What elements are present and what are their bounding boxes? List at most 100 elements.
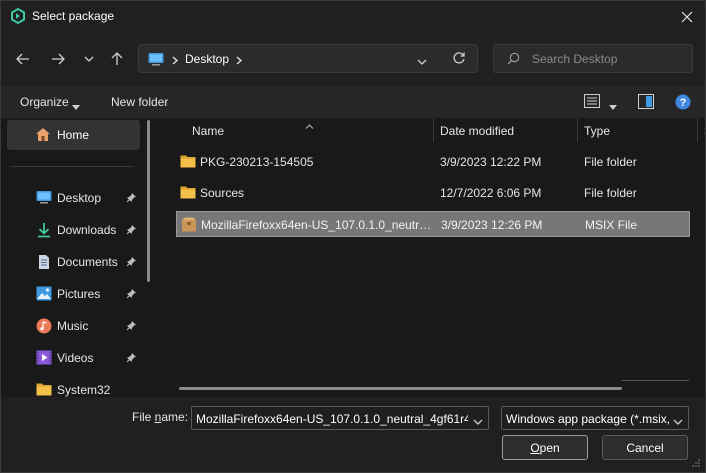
search-box[interactable] <box>493 44 693 73</box>
home-icon <box>35 127 51 145</box>
address-bar[interactable]: Desktop <box>138 44 478 73</box>
scroll-track <box>622 380 689 381</box>
up-arrow-icon <box>111 52 123 65</box>
back-button[interactable] <box>10 46 36 72</box>
breadcrumb-desktop[interactable]: Desktop <box>185 52 229 66</box>
up-button[interactable] <box>104 46 130 72</box>
breadcrumb-chevron-icon[interactable] <box>172 54 178 68</box>
sidebar-item-label: System32 <box>57 383 111 397</box>
new-folder-button[interactable]: New folder <box>111 95 168 109</box>
sidebar-scrollbar[interactable] <box>147 120 150 282</box>
file-name: Sources <box>200 186 245 200</box>
forward-arrow-icon <box>52 53 65 65</box>
file-name-value[interactable]: MozillaFirefoxx64en-US_107.0.1.0_neutral… <box>196 412 468 426</box>
file-type: File folder <box>584 155 637 169</box>
resize-grip-icon[interactable] <box>691 457 701 471</box>
pin-icon[interactable] <box>126 320 137 334</box>
command-bar: Organize New folder ? <box>1 86 705 118</box>
file-name-label-part: ame: <box>161 410 189 424</box>
horizontal-scrollbar[interactable] <box>179 387 622 390</box>
view-icon[interactable] <box>584 94 600 111</box>
sidebar-item-system32[interactable]: System32 <box>1 375 146 397</box>
documents-icon <box>36 254 52 270</box>
column-header-name[interactable]: Name <box>192 124 224 138</box>
file-list: Name Date modified Type S PKG-230213-154… <box>161 118 705 397</box>
sidebar-item-label: Desktop <box>57 191 102 205</box>
file-type-select[interactable]: Windows app package (*.msix, *.msixbundl… <box>501 406 689 430</box>
pc-icon <box>148 52 164 69</box>
pin-icon[interactable] <box>126 192 137 206</box>
sidebar-item-label: Downloads <box>57 223 117 237</box>
recent-chevron-icon <box>84 56 94 62</box>
file-date: 3/9/2023 12:26 PM <box>441 218 543 232</box>
file-type: File folder <box>584 186 637 200</box>
videos-icon <box>36 350 52 366</box>
file-type: MSIX File <box>585 218 638 232</box>
pin-icon[interactable] <box>126 288 137 302</box>
sidebar-item-videos[interactable]: Videos <box>1 343 146 373</box>
file-type-value: Windows app package (*.msix, *.msixbundl… <box>506 412 670 426</box>
search-input[interactable] <box>532 50 682 68</box>
chevron-down-icon[interactable] <box>673 414 683 428</box>
chevron-down-icon[interactable] <box>473 414 483 428</box>
column-header-type[interactable]: Type <box>584 124 610 138</box>
preview-pane-icon[interactable] <box>638 94 654 112</box>
pin-icon[interactable] <box>126 256 137 270</box>
breadcrumb-chevron-icon[interactable] <box>236 54 242 68</box>
sidebar-item-music[interactable]: Music <box>1 311 146 341</box>
downloads-icon <box>36 222 52 238</box>
sidebar-divider <box>11 166 133 167</box>
dialog-footer: File name: MozillaFirefoxx64en-US_107.0.… <box>1 397 705 472</box>
app-package-icon <box>10 7 26 25</box>
sidebar-item-desktop[interactable]: Desktop <box>1 183 146 213</box>
folder-icon <box>36 382 52 397</box>
folder-icon <box>180 185 196 202</box>
file-row-selected[interactable]: MozillaFirefoxx64en-US_107.0.1.0_neutral… <box>176 211 690 237</box>
pin-icon[interactable] <box>126 224 137 238</box>
file-date: 3/9/2023 12:22 PM <box>440 155 542 169</box>
back-arrow-icon <box>16 53 29 65</box>
file-row[interactable]: PKG-230213-154505 3/9/2023 12:22 PM File… <box>176 149 690 175</box>
music-icon <box>36 318 52 334</box>
recent-locations-button[interactable] <box>76 46 102 72</box>
column-separator[interactable] <box>433 118 434 142</box>
caret-down-icon[interactable] <box>609 99 617 113</box>
sidebar-item-documents[interactable]: Documents <box>1 247 146 277</box>
package-file-icon <box>181 217 197 235</box>
navigation-bar: Desktop <box>1 32 705 86</box>
forward-button[interactable] <box>45 46 71 72</box>
chevron-down-icon[interactable] <box>417 54 427 68</box>
file-name-label-part: File <box>132 410 155 424</box>
sidebar-item-pictures[interactable]: Pictures <box>1 279 146 309</box>
desktop-icon <box>36 190 52 206</box>
column-header-date[interactable]: Date modified <box>440 124 514 138</box>
sidebar-item-label: Home <box>57 128 90 142</box>
folder-icon <box>180 154 196 171</box>
column-separator[interactable] <box>577 118 578 142</box>
navigation-pane: Home Desktop Downloads Documents Picture… <box>1 118 161 397</box>
sidebar-item-label: Music <box>57 319 89 333</box>
sidebar-item-home[interactable]: Home <box>7 120 140 150</box>
sidebar-item-label: Documents <box>57 255 118 269</box>
refresh-icon[interactable] <box>452 51 466 68</box>
sidebar-item-downloads[interactable]: Downloads <box>1 215 146 245</box>
column-header-size[interactable]: S <box>704 124 705 138</box>
caret-down-icon[interactable] <box>72 99 80 113</box>
close-button[interactable] <box>669 1 705 32</box>
pin-icon[interactable] <box>126 352 137 366</box>
file-name-label: File name: <box>132 410 188 424</box>
organize-button[interactable]: Organize <box>20 95 69 109</box>
column-separator[interactable] <box>697 118 698 142</box>
file-name: PKG-230213-154505 <box>200 155 314 169</box>
pictures-icon <box>36 286 52 302</box>
column-header-row: Name Date modified Type S <box>161 118 705 145</box>
file-row[interactable]: Sources 12/7/2022 6:06 PM File folder <box>176 180 690 206</box>
file-dialog: Select package Desktop Search Desktop Or… <box>0 0 706 473</box>
svg-text:?: ? <box>680 97 687 109</box>
sidebar-item-label: Pictures <box>57 287 101 301</box>
open-button[interactable]: Open <box>502 435 588 460</box>
open-label: pen <box>539 440 560 455</box>
help-icon[interactable]: ? <box>675 94 691 113</box>
cancel-button[interactable]: Cancel <box>602 435 688 460</box>
file-name-field[interactable]: MozillaFirefoxx64en-US_107.0.1.0_neutral… <box>191 406 489 430</box>
